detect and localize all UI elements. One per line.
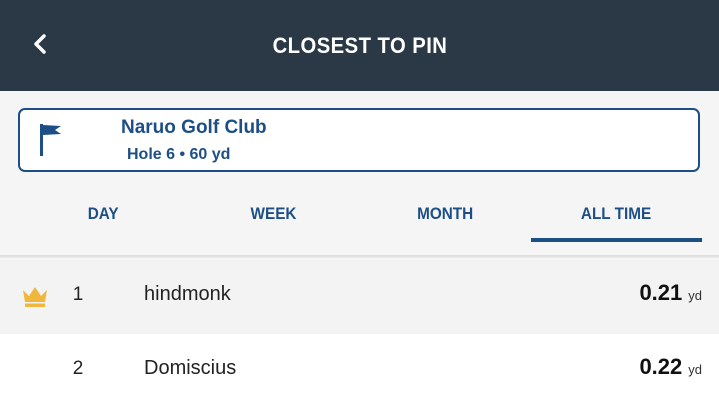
player-name: hindmonk xyxy=(144,283,231,305)
period-tabs: DAY WEEK MONTH ALL TIME xyxy=(0,188,719,244)
divider xyxy=(0,255,719,258)
tab-label: WEEK xyxy=(250,204,296,223)
tab-label: DAY xyxy=(87,204,119,223)
distance: 0.22 yd xyxy=(639,354,702,380)
tab-label: ALL TIME xyxy=(581,204,652,223)
tab-day[interactable]: DAY xyxy=(43,188,163,240)
page-title: CLOSEST TO PIN xyxy=(272,32,447,58)
distance-value: 0.21 xyxy=(639,280,683,305)
distance-unit: yd xyxy=(688,362,702,377)
flag-icon xyxy=(40,124,61,156)
tab-all-time[interactable]: ALL TIME xyxy=(531,188,702,242)
distance-unit: yd xyxy=(688,288,702,303)
crown-icon xyxy=(23,287,47,307)
app-header: CLOSEST TO PIN xyxy=(0,0,719,91)
rank: 1 xyxy=(72,284,84,305)
table-row[interactable]: 1 hindmonk 0.21 yd xyxy=(0,260,719,334)
distance-value: 0.22 xyxy=(639,354,683,379)
course-name: Naruo Golf Club xyxy=(121,117,267,138)
back-button[interactable] xyxy=(22,26,58,62)
distance: 0.21 yd xyxy=(639,280,702,306)
tab-month[interactable]: MONTH xyxy=(385,188,505,240)
course-selector[interactable]: Naruo Golf Club Hole 6 • 60 yd xyxy=(18,108,700,172)
player-name: Domiscius xyxy=(144,357,237,379)
rank: 2 xyxy=(72,358,84,379)
tab-label: MONTH xyxy=(416,204,474,223)
hole-info: Hole 6 • 60 yd xyxy=(127,146,231,163)
table-row[interactable]: 2 Domiscius 0.22 yd xyxy=(0,334,719,400)
tab-week[interactable]: WEEK xyxy=(213,188,333,240)
chevron-left-icon xyxy=(34,34,46,54)
